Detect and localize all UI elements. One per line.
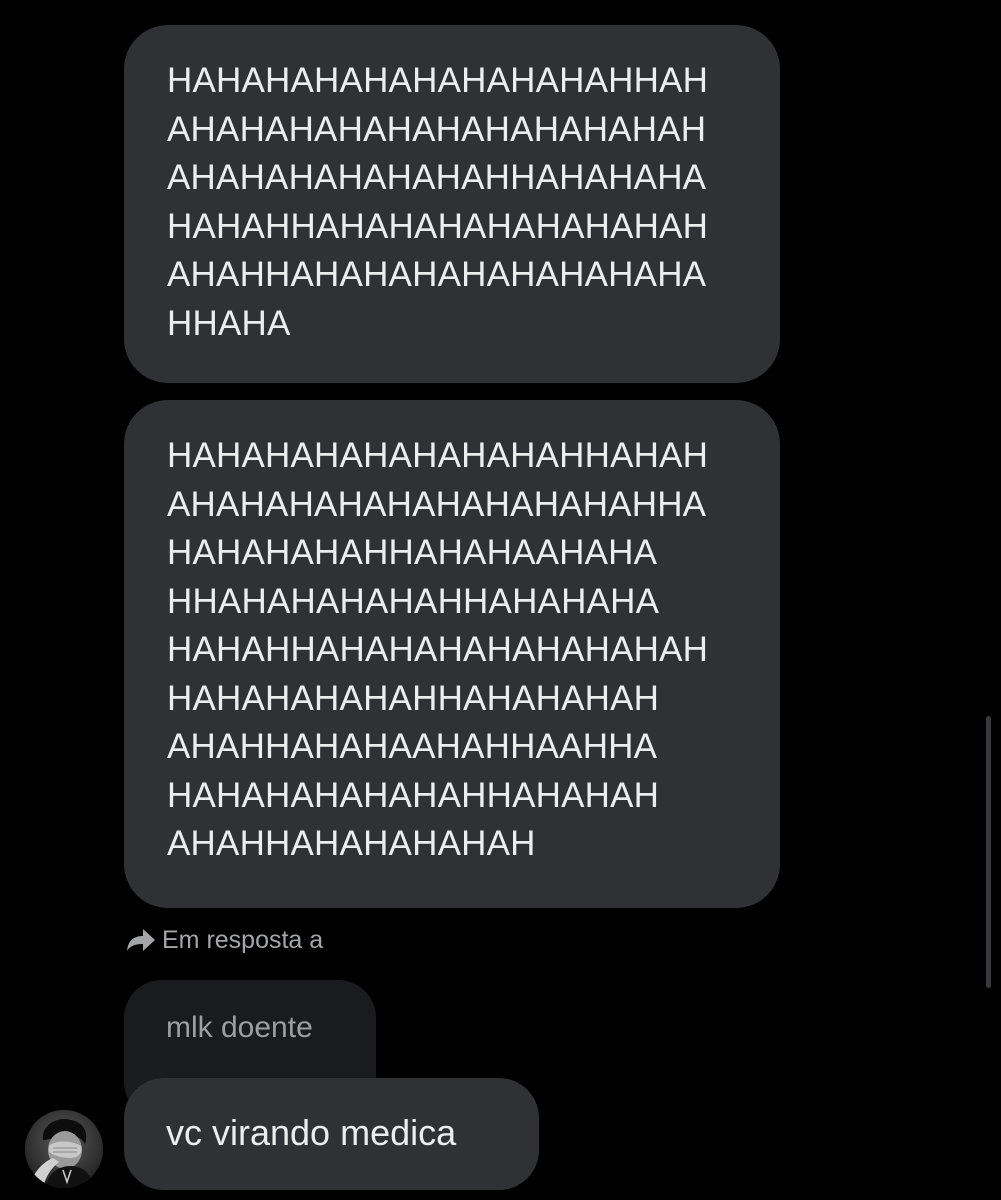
message-line: HAHAHAHAHAHAHAHAHAHHAH — [167, 61, 709, 100]
message-bubble[interactable]: HAHAHAHAHAHAHAHAHAHHAH AHAHAHAHAHAHAHAHA… — [124, 25, 780, 383]
message-bubble[interactable]: HAHAHAHAHAHAHAHAHHAHAH AHAHAHAHAHAHAHAHA… — [124, 400, 780, 908]
message-line: HAHAHAHAHAHAHAHAHHAHAH — [167, 436, 709, 475]
message-line: AHAHHAHAHAHAHAHAHAHAHA — [167, 255, 707, 294]
message-line: AHAHHAHAHAAHAHHAAHHA — [167, 727, 658, 766]
message-bubble[interactable]: vc virando medica — [124, 1078, 539, 1190]
message-line: AHAHHAHAHAHAHAH — [167, 824, 536, 863]
message-line: HHAHAHAHAHAHHAHAHAHA — [167, 581, 660, 621]
message-line: AHAHAHAHAHAHAHHAHAHAHA — [167, 158, 707, 197]
message-line: HAHAHHAHAHAHAHAHAHAHAH — [167, 206, 709, 246]
message-text: HAHAHAHAHAHAHAHAHHAHAH AHAHAHAHAHAHAHAHA… — [167, 432, 750, 869]
reply-context: Em resposta a — [126, 924, 323, 956]
avatar-photo — [25, 1110, 103, 1188]
avatar[interactable] — [25, 1110, 103, 1188]
message-line: HAHAHHAHAHAHAHAHAHAHAH — [167, 630, 709, 669]
message-text: vc virando medica — [166, 1112, 457, 1153]
message-line: HHAHA — [167, 303, 291, 343]
scrollbar[interactable] — [986, 716, 991, 988]
message-text: HAHAHAHAHAHAHAHAHAHHAH AHAHAHAHAHAHAHAHA… — [167, 57, 750, 348]
message-line: AHAHAHAHAHAHAHAHAHAHHA — [167, 484, 707, 524]
message-line: HAHAHAHAHHAHAHAAHAHA — [167, 533, 658, 572]
reply-arrow-icon — [126, 928, 156, 952]
message-line: HAHAHAHAHAHHAHAHAHAH — [167, 678, 660, 718]
message-line: AHAHAHAHAHAHAHAHAHAHAH — [167, 109, 707, 149]
quoted-message-text: mlk doente — [166, 1011, 313, 1044]
reply-label-text: Em resposta a — [162, 925, 324, 954]
message-line: HAHAHAHAHAHAHHAHAHAH — [167, 775, 660, 815]
